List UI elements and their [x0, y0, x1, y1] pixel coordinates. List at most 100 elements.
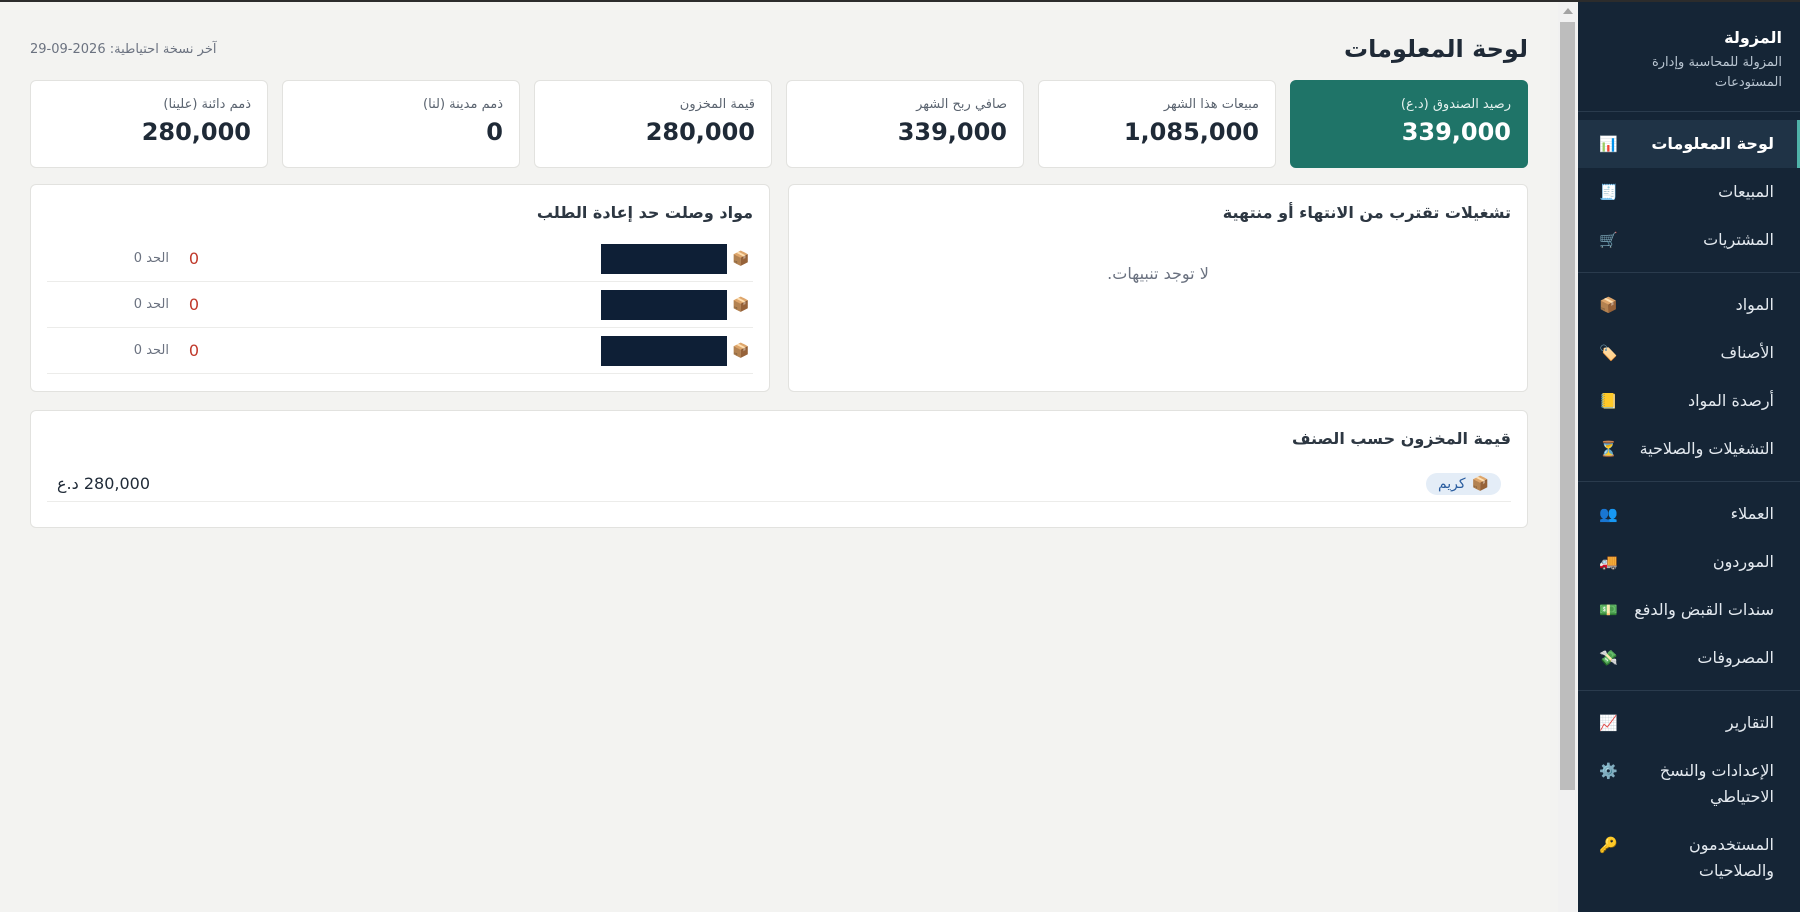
sidebar-item-label: سندات القبض والدفع: [1634, 600, 1774, 619]
card-value: 1,085,000: [1123, 118, 1259, 146]
empty-message: لا توجد تنبيهات.: [1107, 264, 1209, 283]
card-monthly-profit: صافي ربح الشهر 339,000: [786, 80, 1024, 168]
sidebar-item-label: المشتريات: [1703, 230, 1774, 249]
last-backup-note: آخر نسخة احتياطية: 2026-09-29: [30, 41, 217, 57]
summary-cards: رصيد الصندوق (د.ع) 339,000 مبيعات هذا ال…: [30, 80, 1528, 168]
sidebar-item-label: المصروفات: [1697, 648, 1774, 667]
ledger-icon: 📒: [1599, 392, 1618, 410]
reorder-panel: مواد وصلت حد إعادة الطلب 📦 0 الحد 0 📦 0 …: [30, 184, 770, 392]
box-icon: 📦: [732, 250, 750, 267]
card-value: 280,000: [141, 118, 251, 146]
box-icon: 📦: [732, 342, 750, 359]
sidebar-item-label: الموردون: [1712, 552, 1774, 571]
sidebar-item-label: المستخدمون والصلاحيات: [1689, 835, 1774, 880]
app-name: المزولة: [1724, 28, 1782, 47]
sidebar-item-expenses[interactable]: المصروفات 💸: [1578, 634, 1800, 682]
alert-panels: تشغيلات تقترب من الانتهاء أو منتهية لا ت…: [30, 184, 1528, 392]
gear-icon: ⚙️: [1599, 762, 1618, 780]
card-label: رصيد الصندوق (د.ع): [1400, 97, 1511, 112]
sidebar-item-label: المبيعات: [1718, 182, 1774, 201]
item-quantity: 0: [188, 341, 199, 360]
nav-group-main: لوحة المعلومات 📊 المبيعات 🧾 المشتريات 🛒: [1578, 112, 1800, 273]
sidebar-item-label: لوحة المعلومات: [1651, 134, 1774, 153]
sidebar-item-vouchers[interactable]: سندات القبض والدفع 💵: [1578, 586, 1800, 634]
panel-title: مواد وصلت حد إعادة الطلب: [536, 203, 753, 222]
stock-by-category-panel: قيمة المخزون حسب الصنف 📦 كريم 280,000 د.…: [30, 410, 1528, 528]
sidebar-item-purchases[interactable]: المشتريات 🛒: [1578, 216, 1800, 264]
sidebar-item-label: أرصدة المواد: [1687, 391, 1774, 410]
expiring-batches-panel: تشغيلات تقترب من الانتهاء أو منتهية لا ت…: [788, 184, 1528, 392]
sidebar-item-customers[interactable]: العملاء 👥: [1578, 490, 1800, 538]
card-stock-value: قيمة المخزون 280,000: [534, 80, 772, 168]
panel-title: تشغيلات تقترب من الانتهاء أو منتهية: [1222, 203, 1511, 222]
category-stock-value: 280,000 د.ع: [57, 474, 151, 493]
cart-icon: 🛒: [1599, 231, 1618, 249]
redacted-item-name: [601, 289, 727, 320]
nav-group-inventory: المواد 📦 الأصناف 🏷️ أرصدة المواد 📒 التشغ…: [1578, 273, 1800, 482]
list-item[interactable]: 📦 0 الحد 0: [47, 328, 753, 374]
line-chart-icon: 📈: [1599, 714, 1618, 732]
redacted-item-name: [601, 335, 727, 366]
sidebar-item-suppliers[interactable]: الموردون 🚚: [1578, 538, 1800, 586]
stock-category-list: 📦 كريم 280,000 د.ع: [47, 466, 1511, 502]
card-value: 339,000: [1401, 118, 1511, 146]
scroll-up-arrow-icon[interactable]: [1563, 8, 1573, 14]
card-label: قيمة المخزون: [679, 97, 755, 112]
reorder-limit: الحد 0: [133, 343, 169, 358]
sidebar-item-settings-backup[interactable]: الإعدادات والنسخ الاحتياطي ⚙️: [1578, 747, 1800, 821]
table-row: 📦 كريم 280,000 د.ع: [47, 466, 1511, 502]
card-value: 280,000: [645, 118, 755, 146]
category-badge: 📦 كريم: [1425, 472, 1501, 495]
reorder-limit: الحد 0: [133, 297, 169, 312]
card-value: 339,000: [897, 118, 1007, 146]
sidebar-item-materials[interactable]: المواد 📦: [1578, 281, 1800, 329]
sidebar-item-label: التقارير: [1725, 713, 1774, 732]
people-icon: 👥: [1599, 505, 1618, 523]
sidebar-item-dashboard[interactable]: لوحة المعلومات 📊: [1578, 120, 1800, 168]
sidebar-item-label: الأصناف: [1720, 343, 1774, 362]
brand: المزولة المزولة للمحاسبة وإدارة المستودع…: [1578, 2, 1800, 112]
card-label: صافي ربح الشهر: [916, 97, 1007, 112]
reorder-list: 📦 0 الحد 0 📦 0 الحد 0 📦 0 الحد 0: [47, 236, 753, 374]
category-name: كريم: [1437, 475, 1466, 492]
page-header: لوحة المعلومات آخر نسخة احتياطية: 2026-0…: [30, 32, 1528, 66]
card-cash-balance: رصيد الصندوق (د.ع) 339,000: [1290, 80, 1528, 168]
redacted-item-name: [601, 243, 727, 274]
card-payables: ذمم دائنة (علينا) 280,000: [30, 80, 268, 168]
truck-icon: 🚚: [1599, 553, 1618, 571]
key-icon: 🔑: [1599, 836, 1618, 854]
card-label: مبيعات هذا الشهر: [1163, 97, 1259, 112]
list-item[interactable]: 📦 0 الحد 0: [47, 236, 753, 282]
nav-group-system: التقارير 📈 الإعدادات والنسخ الاحتياطي ⚙️…: [1578, 691, 1800, 903]
app-subtitle: المزولة للمحاسبة وإدارة المستودعات: [1651, 55, 1782, 90]
box-icon: 📦: [732, 296, 750, 313]
sidebar-item-users-permissions[interactable]: المستخدمون والصلاحيات 🔑: [1578, 821, 1800, 895]
sidebar-item-stock-balances[interactable]: أرصدة المواد 📒: [1578, 377, 1800, 425]
sidebar-item-label: المواد: [1735, 295, 1774, 314]
page-title: لوحة المعلومات: [1344, 35, 1528, 63]
sidebar-item-categories[interactable]: الأصناف 🏷️: [1578, 329, 1800, 377]
sidebar-item-label: العملاء: [1730, 504, 1774, 523]
sidebar-item-label: التشغيلات والصلاحية: [1639, 439, 1774, 458]
card-receivables: ذمم مدينة (لنا) 0: [282, 80, 520, 168]
card-value: 0: [486, 118, 503, 146]
sidebar-item-reports[interactable]: التقارير 📈: [1578, 699, 1800, 747]
money-wings-icon: 💸: [1599, 649, 1618, 667]
card-label: ذمم دائنة (علينا): [163, 97, 251, 112]
reorder-limit: الحد 0: [133, 251, 169, 266]
sidebar-nav: لوحة المعلومات 📊 المبيعات 🧾 المشتريات 🛒 …: [1578, 112, 1800, 903]
sidebar-item-batches-expiry[interactable]: التشغيلات والصلاحية ⏳: [1578, 425, 1800, 473]
money-icon: 💵: [1599, 601, 1618, 619]
box-icon: 📦: [1471, 475, 1489, 492]
tag-icon: 🏷️: [1599, 344, 1618, 362]
main-scrollbar[interactable]: [1558, 2, 1577, 912]
nav-group-parties: العملاء 👥 الموردون 🚚 سندات القبض والدفع …: [1578, 482, 1800, 691]
list-item[interactable]: 📦 0 الحد 0: [47, 282, 753, 328]
scroll-thumb[interactable]: [1560, 22, 1575, 790]
main-content: لوحة المعلومات آخر نسخة احتياطية: 2026-0…: [0, 2, 1558, 912]
sidebar-item-sales[interactable]: المبيعات 🧾: [1578, 168, 1800, 216]
sidebar-item-label: الإعدادات والنسخ الاحتياطي: [1659, 761, 1774, 806]
sidebar: المزولة المزولة للمحاسبة وإدارة المستودع…: [1578, 2, 1800, 912]
card-monthly-sales: مبيعات هذا الشهر 1,085,000: [1038, 80, 1276, 168]
hourglass-icon: ⏳: [1599, 440, 1618, 458]
